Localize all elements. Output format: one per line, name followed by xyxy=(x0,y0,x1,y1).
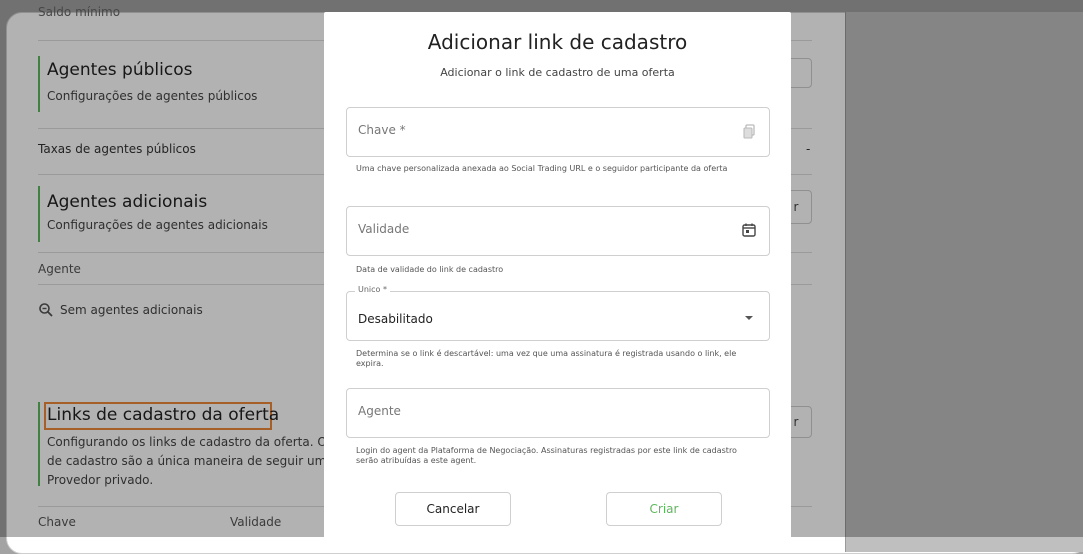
unico-select[interactable]: Unico * Desabilitado xyxy=(346,285,770,341)
agente-field[interactable]: Agente xyxy=(346,388,770,438)
chave-placeholder: Chave * xyxy=(358,123,406,137)
chave-field[interactable]: Chave * xyxy=(346,107,770,157)
agente-placeholder: Agente xyxy=(358,404,401,418)
modal-title: Adicionar link de cadastro xyxy=(427,30,688,54)
unico-helper: Determina se o link é descartável: uma v… xyxy=(356,349,737,368)
agente-helper: Login do agent da Plataforma de Negociaç… xyxy=(356,446,737,465)
unico-label: Unico * xyxy=(355,285,390,294)
add-link-modal: Adicionar link de cadastro Adicionar o l… xyxy=(324,12,791,542)
validade-field[interactable]: Validade xyxy=(346,206,770,256)
validade-placeholder: Validade xyxy=(358,222,410,236)
calendar-icon[interactable] xyxy=(741,222,757,238)
cancel-button[interactable]: Cancelar xyxy=(395,492,511,526)
modal-subtitle: Adicionar o link de cadastro de uma ofer… xyxy=(440,66,675,79)
chave-helper: Uma chave personalizada anexada ao Socia… xyxy=(356,164,728,173)
copy-icon[interactable] xyxy=(741,123,757,139)
dropdown-arrow-icon[interactable] xyxy=(741,310,757,326)
unico-value: Desabilitado xyxy=(358,312,433,326)
create-button[interactable]: Criar xyxy=(606,492,722,526)
validade-helper: Data de validade do link de cadastro xyxy=(356,265,504,274)
